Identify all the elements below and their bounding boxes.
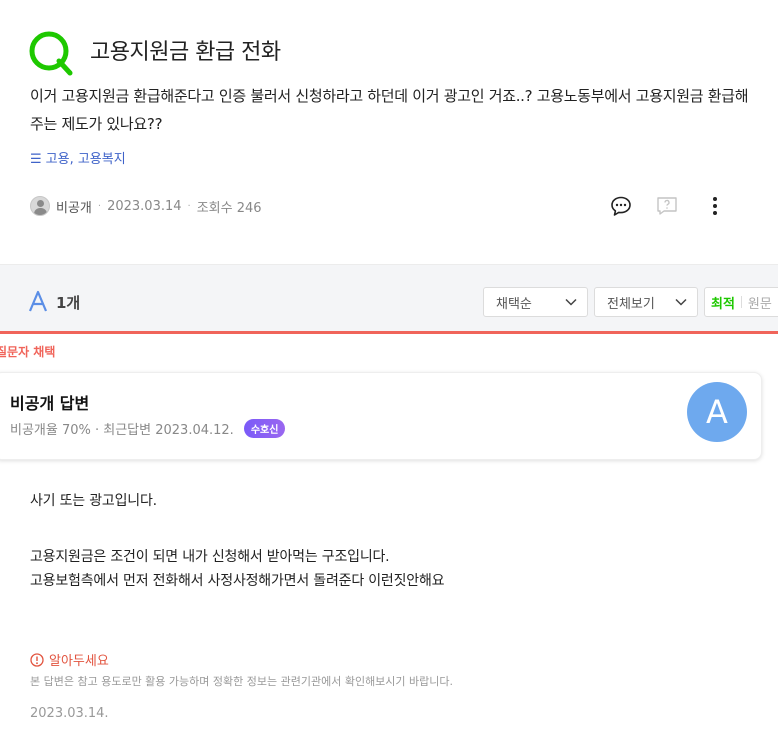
chosen-answer-label: 질문자 채택 — [0, 345, 56, 359]
author-avatar — [30, 196, 50, 216]
meta-separator: · — [97, 200, 102, 212]
answerer-stats: 비공개율 70% · 최근답변 2023.04.12. 수호신 — [10, 419, 286, 438]
sort-separator — [740, 296, 742, 308]
answer-line: 고용지원금은 조건이 되면 내가 신청해서 받아먹는 구조입니다. — [30, 549, 390, 565]
sort-toggle: 최적 원문 — [704, 287, 778, 317]
comment-icon[interactable] — [609, 194, 633, 218]
sort-original-button[interactable]: 원문 — [748, 293, 772, 312]
answer-count: 1개 — [56, 294, 81, 312]
answer-a-icon — [28, 290, 48, 312]
more-options-icon[interactable] — [703, 194, 727, 218]
question-q-icon — [29, 31, 73, 76]
notice-text: 본 답변은 참고 용도로만 활용 가능하며 정확한 정보는 관련기관에서 확인해… — [30, 675, 454, 688]
sort-latest-button[interactable]: 최적 — [711, 293, 735, 312]
answer-line: 고용보험측에서 먼저 전화해서 사정사정해가면서 돌려준다 이런짓안해요 — [30, 573, 445, 589]
chevron-down-icon — [675, 298, 687, 306]
sort-select-value: 채택순 — [496, 296, 532, 312]
question-title: 고용지원금 환급 전화 — [90, 40, 281, 65]
answer-body: 사기 또는 광고입니다. 고용지원금은 조건이 되면 내가 신청해서 받아먹는 … — [30, 489, 445, 593]
answer-date: 2023.03.14. — [30, 706, 109, 721]
question-views: 조회수 246 — [196, 200, 262, 216]
notice-title: 알아두세요 — [49, 654, 109, 669]
filter-select-value: 전체보기 — [607, 296, 655, 312]
filter-select[interactable]: 전체보기 — [594, 287, 698, 317]
category-menu-icon: ☰ — [30, 152, 42, 167]
question-meta: 비공개 · 2023.03.14 · 조회수 246 — [30, 195, 262, 217]
notice-heading: 알아두세요 — [30, 650, 109, 669]
question-body: 이거 고용지원금 환급해준다고 인증 불러서 신청하라고 하던데 이거 광고인 … — [30, 87, 749, 133]
question-date: 2023.03.14 — [107, 198, 182, 214]
question-tags[interactable]: ☰ 고용, 고용복지 — [30, 148, 126, 167]
chosen-answer-divider — [0, 331, 778, 334]
alert-icon — [30, 652, 44, 667]
answerer-avatar: A — [687, 382, 747, 442]
sort-select[interactable]: 채택순 — [483, 287, 588, 317]
answerer-stats-text: 비공개율 70% · 최근답변 2023.04.12. — [10, 423, 234, 438]
report-icon[interactable] — [655, 194, 679, 218]
answer-line: 사기 또는 광고입니다. — [30, 493, 157, 509]
meta-separator: · — [187, 200, 191, 212]
rank-badge: 수호신 — [243, 419, 286, 438]
question-tags-text[interactable]: 고용, 고용복지 — [46, 152, 126, 167]
chevron-down-icon — [565, 298, 577, 306]
answer-profile-card — [0, 372, 762, 460]
answerer-name: 비공개 답변 — [10, 394, 90, 413]
question-author: 비공개 — [56, 200, 92, 216]
